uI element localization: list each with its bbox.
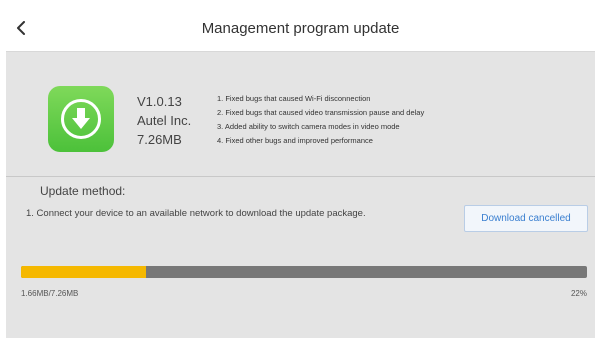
page-title: Management program update xyxy=(201,20,400,37)
update-info-panel: V1.0.13 Autel Inc. 7.26MB 1. Fixed bugs … xyxy=(6,53,595,177)
downloaded-size-text: 1.66MB/7.26MB xyxy=(21,289,79,298)
version-text: V1.0.13 xyxy=(137,94,182,109)
download-button[interactable]: Download cancelled xyxy=(464,205,588,232)
download-arrow-icon xyxy=(61,99,101,139)
release-note-item: 4. Fixed other bugs and improved perform… xyxy=(217,136,373,145)
app-meta: V1.0.13 Autel Inc. 7.26MB xyxy=(137,92,191,149)
app-icon xyxy=(48,86,114,152)
update-method-step: 1. Connect your device to an available n… xyxy=(26,208,366,219)
release-note-item: 2. Fixed bugs that caused video transmis… xyxy=(217,108,425,117)
release-note-item: 3. Added ability to switch camera modes … xyxy=(217,122,400,131)
release-note-item: 1. Fixed bugs that caused Wi-Fi disconne… xyxy=(217,94,371,103)
update-screen: Management program update V1.0.13 Autel … xyxy=(6,6,595,338)
download-progress-bar xyxy=(21,266,587,278)
title-bar: Management program update xyxy=(6,6,595,52)
package-size-text: 7.26MB xyxy=(137,132,182,147)
progress-percent-text: 22% xyxy=(570,289,587,298)
update-method-label: Update method: xyxy=(40,184,126,198)
download-progress-fill xyxy=(21,266,146,278)
release-notes: 1. Fixed bugs that caused Wi-Fi disconne… xyxy=(217,92,424,148)
vendor-text: Autel Inc. xyxy=(137,113,192,128)
